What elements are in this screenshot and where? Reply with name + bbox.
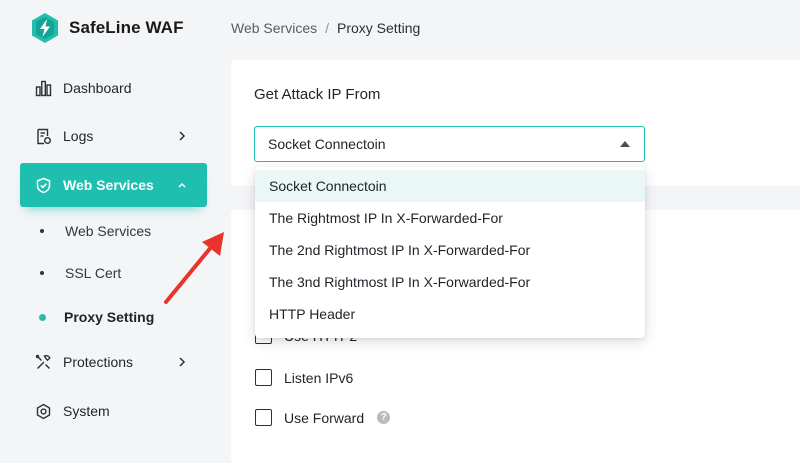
help-icon[interactable]: ? bbox=[377, 411, 391, 424]
sidebar-item-label: System bbox=[63, 403, 110, 419]
sidebar-item-logs[interactable]: Logs bbox=[20, 114, 207, 158]
breadcrumb: Web Services / Proxy Setting bbox=[231, 20, 420, 36]
brand-name: SafeLine WAF bbox=[69, 18, 184, 37]
active-bullet-icon bbox=[39, 313, 46, 321]
brand[interactable]: SafeLine WAF bbox=[30, 12, 184, 44]
sidebar-item-protections[interactable]: Protections bbox=[20, 340, 207, 384]
tools-icon bbox=[34, 353, 52, 371]
use-forward-option[interactable]: Use Forward ? bbox=[255, 409, 391, 426]
bar-chart-icon bbox=[34, 79, 52, 97]
attack-ip-select-value: Socket Connectoin bbox=[268, 136, 386, 152]
dropdown-option-socket-connection[interactable]: Socket Connectoin bbox=[255, 170, 645, 202]
use-forward-checkbox[interactable] bbox=[255, 409, 272, 426]
breadcrumb-current: Proxy Setting bbox=[337, 20, 421, 36]
sidebar-item-web-services[interactable]: Web Services bbox=[20, 163, 207, 207]
sidebar-subitem-label: Web Services bbox=[65, 223, 152, 239]
sidebar-item-label: Protections bbox=[63, 354, 134, 370]
gear-icon bbox=[34, 402, 52, 420]
safeline-logo-icon bbox=[32, 13, 58, 43]
dropdown-option-2nd-rightmost-xff[interactable]: The 2nd Rightmost IP In X-Forwarded-For bbox=[255, 234, 645, 266]
sidebar-subitem-ssl-cert[interactable]: SSL Cert bbox=[40, 262, 121, 284]
sidebar-item-dashboard[interactable]: Dashboard bbox=[20, 66, 207, 110]
listen-ipv6-checkbox[interactable] bbox=[255, 369, 272, 386]
sidebar-item-label: Dashboard bbox=[63, 80, 132, 96]
dropdown-option-3nd-rightmost-xff[interactable]: The 3nd Rightmost IP In X-Forwarded-For bbox=[255, 266, 645, 298]
annotation-arrow-icon bbox=[164, 232, 224, 304]
breadcrumb-parent[interactable]: Web Services bbox=[231, 20, 317, 36]
bullet-icon bbox=[40, 271, 44, 275]
chevron-up-icon bbox=[178, 182, 186, 188]
listen-ipv6-label: Listen IPv6 bbox=[284, 369, 354, 386]
dropdown-option-rightmost-xff[interactable]: The Rightmost IP In X-Forwarded-For bbox=[255, 202, 645, 234]
sidebar-subitem-proxy-setting[interactable]: Proxy Setting bbox=[39, 306, 155, 328]
bullet-icon bbox=[40, 229, 44, 233]
log-icon bbox=[34, 127, 52, 145]
caret-up-icon bbox=[620, 141, 630, 147]
sidebar-item-system[interactable]: System bbox=[20, 389, 207, 433]
use-forward-label: Use Forward bbox=[284, 409, 365, 426]
chevron-right-icon bbox=[179, 357, 186, 367]
sidebar-subitem-web-services[interactable]: Web Services bbox=[40, 220, 151, 242]
breadcrumb-separator: / bbox=[325, 20, 329, 36]
sidebar-subitem-label: Proxy Setting bbox=[64, 309, 155, 325]
chevron-right-icon bbox=[179, 131, 186, 141]
dropdown-option-http-header[interactable]: HTTP Header bbox=[255, 298, 645, 330]
attack-ip-select[interactable]: Socket Connectoin bbox=[254, 126, 645, 162]
sidebar-item-label: Web Services bbox=[63, 177, 154, 193]
sidebar-subitem-label: SSL Cert bbox=[65, 265, 122, 281]
listen-ipv6-option[interactable]: Listen IPv6 bbox=[255, 369, 353, 386]
shield-icon bbox=[34, 176, 52, 194]
attack-ip-title: Get Attack IP From bbox=[254, 86, 381, 103]
sidebar-item-label: Logs bbox=[63, 128, 94, 144]
attack-ip-dropdown: Socket Connectoin The Rightmost IP In X-… bbox=[255, 167, 645, 338]
